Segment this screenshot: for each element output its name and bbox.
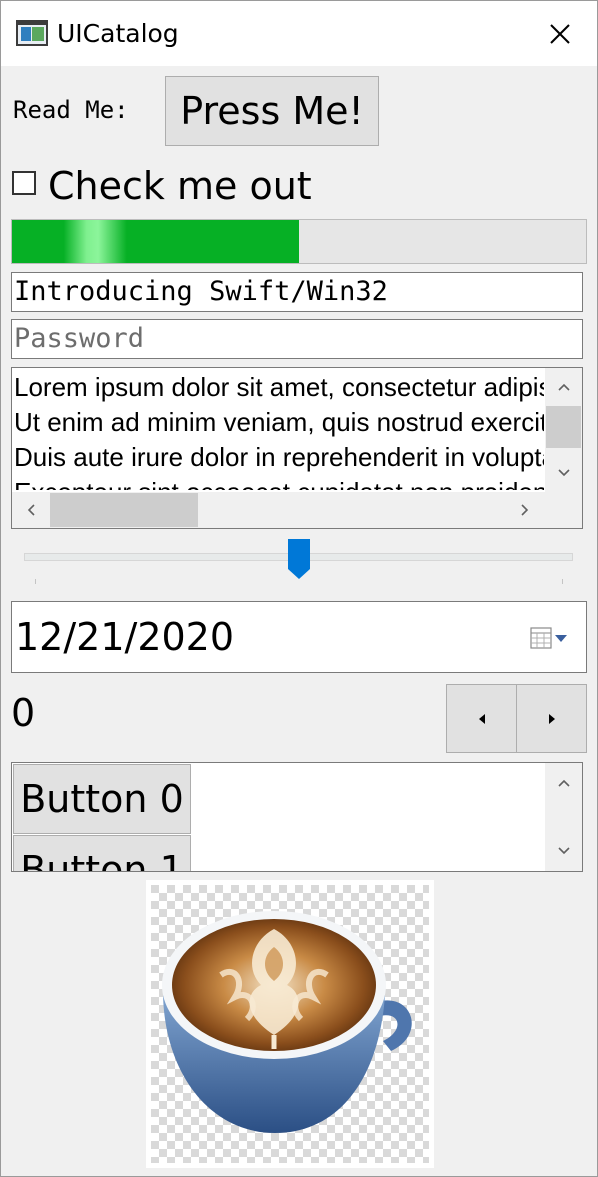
chevron-up-icon <box>557 383 570 391</box>
date-value: 12/21/2020 <box>15 615 235 659</box>
text-view-content[interactable]: Lorem ipsum dolor sit amet, consectetur … <box>14 370 544 490</box>
list-button-1[interactable]: Button 1 <box>13 835 191 871</box>
check-me-out-checkbox[interactable] <box>12 171 36 195</box>
chevron-left-icon <box>27 504 35 516</box>
scroll-down-arrow[interactable] <box>545 831 582 871</box>
button-scroll-vertical-scrollbar[interactable] <box>545 763 582 871</box>
slider-thumb[interactable] <box>287 539 310 579</box>
text-view-line: Excepteur sint occaecat cupidatat non pr… <box>14 475 544 490</box>
vertical-scroll-thumb[interactable] <box>546 406 581 448</box>
stepper-decrement-button[interactable] <box>446 684 517 753</box>
app-window-icon <box>16 20 48 46</box>
text-view-line: Lorem ipsum dolor sit amet, consectetur … <box>14 372 544 402</box>
text-view-vertical-scrollbar[interactable] <box>545 368 582 492</box>
app-window: UICatalog Read Me: Press Me! Check me ou… <box>0 0 598 1177</box>
close-button[interactable] <box>531 9 589 59</box>
scroll-left-arrow[interactable] <box>12 492 50 528</box>
text-view-horizontal-scrollbar[interactable] <box>12 492 582 528</box>
calendar-dropdown-icon[interactable] <box>530 626 572 650</box>
scroll-right-arrow[interactable] <box>506 492 544 528</box>
title-bar: UICatalog <box>1 1 597 66</box>
scroll-down-arrow[interactable] <box>545 454 582 492</box>
chevron-down-icon <box>557 469 570 477</box>
text-field-value: Introducing Swift/Win32 <box>14 276 388 307</box>
password-placeholder: Password <box>14 323 145 354</box>
slider-tick <box>35 579 36 584</box>
scroll-up-arrow[interactable] <box>545 368 582 406</box>
triangle-left-icon <box>478 713 485 724</box>
horizontal-scroll-thumb[interactable] <box>50 493 198 527</box>
window-title: UICatalog <box>57 19 179 48</box>
button-scroll-view[interactable]: Button 0 Button 1 <box>11 762 583 872</box>
slider-tick <box>562 579 563 584</box>
list-button-0[interactable]: Button 0 <box>13 764 191 834</box>
stepper-increment-button[interactable] <box>516 684 587 753</box>
stepper-value: 0 <box>11 691 36 735</box>
press-me-button[interactable]: Press Me! <box>165 76 379 146</box>
scroll-up-arrow[interactable] <box>545 763 582 803</box>
progress-bar <box>11 219 587 264</box>
chevron-down-icon <box>557 847 570 855</box>
text-view-line: Ut enim ad minim veniam, quis nostrud ex… <box>14 407 544 437</box>
coffee-image <box>146 880 434 1168</box>
close-icon <box>550 24 570 44</box>
read-me-label: Read Me: <box>13 96 129 124</box>
text-view-line: Duis aute irure dolor in reprehenderit i… <box>14 442 544 472</box>
password-field[interactable]: Password <box>11 319 583 359</box>
date-picker[interactable]: 12/21/2020 <box>11 601 587 673</box>
triangle-right-icon <box>548 713 555 724</box>
text-field[interactable]: Introducing Swift/Win32 <box>11 272 583 312</box>
text-view[interactable]: Lorem ipsum dolor sit amet, consectetur … <box>11 367 583 529</box>
checkbox-label[interactable]: Check me out <box>48 164 312 208</box>
progress-fill <box>12 220 299 263</box>
chevron-right-icon <box>521 504 529 516</box>
chevron-up-icon <box>557 779 570 787</box>
